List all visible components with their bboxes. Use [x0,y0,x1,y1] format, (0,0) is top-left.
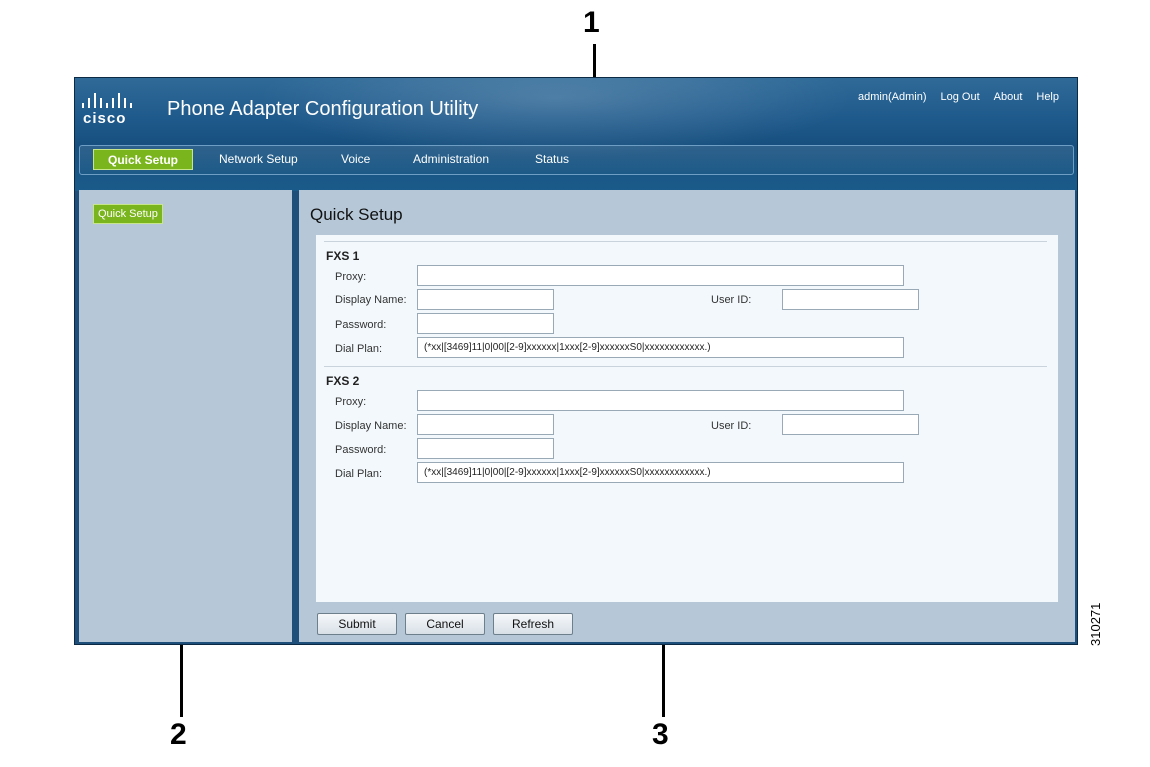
submit-button[interactable]: Submit [317,613,397,635]
tab-network-setup[interactable]: Network Setup [219,152,298,166]
tab-status[interactable]: Status [535,152,569,166]
fxs2-proxy-label: Proxy: [335,396,367,408]
cisco-logo: cisco [79,92,143,128]
fxs2-display-name-input[interactable] [417,414,554,435]
logo-bar [118,93,120,108]
header: cisco Phone Adapter Configuration Utilit… [75,78,1077,191]
logo-bar [88,98,90,108]
help-link[interactable]: Help [1036,91,1059,103]
main-pane: Quick Setup FXS 1 Proxy: Display Name: U… [299,190,1075,642]
tab-administration[interactable]: Administration [413,152,489,166]
callout-1: 1 [583,6,600,39]
quick-setup-form: FXS 1 Proxy: Display Name: User ID: Pass… [316,235,1058,602]
refresh-button[interactable]: Refresh [493,613,573,635]
logo-bar [112,98,114,108]
fxs1-dial-plan-input[interactable] [417,337,904,358]
fxs2-dial-plan-input[interactable] [417,462,904,483]
sidebar-item-quick-setup[interactable]: Quick Setup [93,204,163,224]
fxs1-display-name-input[interactable] [417,289,554,310]
fxs1-dial-plan-label: Dial Plan: [335,343,383,355]
logo-bar [82,103,84,108]
tab-quick-setup[interactable]: Quick Setup [93,149,194,170]
logo-wordmark: cisco [83,110,127,127]
fxs1-heading: FXS 1 [326,249,360,263]
fxs2-proxy-input[interactable] [417,390,904,411]
divider [324,366,1047,367]
fxs1-user-id-input[interactable] [782,289,919,310]
fxs1-password-input[interactable] [417,313,554,334]
top-links: admin(Admin) Log Out About Help [858,91,1059,103]
cancel-button[interactable]: Cancel [405,613,485,635]
fxs2-heading: FXS 2 [326,374,360,388]
cisco-logo-bars-icon [79,92,143,108]
logo-bar [100,98,102,108]
logo-bar [130,103,132,108]
fxs1-display-name-label: Display Name: [335,294,407,306]
logo-bar [124,98,126,108]
fxs2-password-label: Password: [335,444,387,456]
fxs2-password-input[interactable] [417,438,554,459]
figure-id: 310271 [1082,588,1122,648]
sidebar: Quick Setup [79,190,292,642]
fxs1-proxy-input[interactable] [417,265,904,286]
fxs2-display-name-label: Display Name: [335,420,407,432]
fxs2-dial-plan-label: Dial Plan: [335,468,383,480]
figure-id-text: 310271 [1088,602,1103,646]
about-link[interactable]: About [994,91,1023,103]
fxs2-user-id-label: User ID: [711,420,752,432]
user-link[interactable]: admin(Admin) [858,91,926,103]
callout-2: 2 [170,718,187,751]
callout-3: 3 [652,718,669,751]
logo-bar [106,103,108,108]
app-title: Phone Adapter Configuration Utility [167,98,479,120]
fxs1-user-id-label: User ID: [711,294,752,306]
fxs1-proxy-label: Proxy: [335,271,367,283]
logo-bar [94,93,96,108]
divider [324,241,1047,242]
tab-voice[interactable]: Voice [341,152,370,166]
fxs2-user-id-input[interactable] [782,414,919,435]
main-nav: Quick Setup Network Setup Voice Administ… [79,145,1074,175]
page-title: Quick Setup [310,205,403,224]
fxs1-password-label: Password: [335,319,387,331]
app-window: cisco Phone Adapter Configuration Utilit… [74,77,1078,645]
logout-link[interactable]: Log Out [940,91,979,103]
